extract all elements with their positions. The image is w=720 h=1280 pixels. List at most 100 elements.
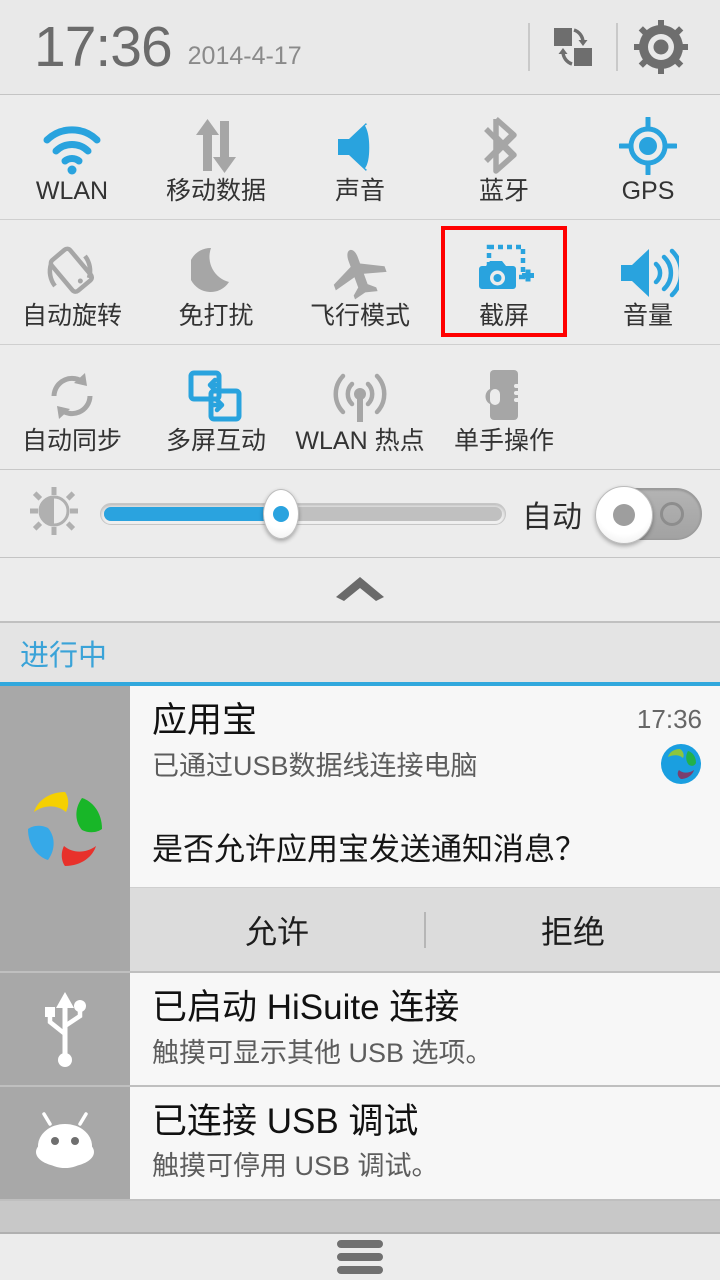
qs-tile-sound[interactable]: 声音 — [288, 95, 432, 219]
tencent-myapp-logo — [0, 686, 130, 971]
brightness-icon — [30, 487, 78, 540]
auto-brightness-toggle[interactable] — [595, 485, 702, 544]
app-badge-icon — [660, 743, 702, 790]
multi-screen-icon — [186, 361, 246, 425]
notification-main-row: 已启动 HiSuite 连接 触摸可显示其他 USB 选项。 — [130, 973, 720, 1085]
clock-time: 17:36 — [34, 14, 173, 79]
toggle-off-ring — [660, 501, 684, 526]
volume-icon — [617, 236, 679, 300]
auto-sync-icon — [43, 361, 101, 425]
usb-icon — [0, 973, 130, 1085]
notification-list: 应用宝 已通过USB数据线连接电脑 17:36 是否允许应用宝发送通知消息？ 允… — [0, 686, 720, 1232]
bluetooth-icon — [482, 111, 526, 175]
qs-label: 多屏互动 — [165, 426, 266, 455]
qs-tile-multi-screen[interactable]: 多屏互动 — [144, 345, 288, 469]
mobile-data-icon — [188, 111, 244, 175]
notification-item[interactable]: 应用宝 已通过USB数据线连接电脑 17:36 是否允许应用宝发送通知消息？ 允… — [0, 686, 720, 973]
brightness-slider[interactable] — [100, 488, 506, 539]
auto-brightness-label: 自动 — [522, 500, 582, 534]
qs-label: 免打扰 — [178, 301, 254, 330]
qs-label: 声音 — [334, 176, 385, 205]
notification-subtitle: 触摸可显示其他 USB 选项。 — [152, 1037, 493, 1068]
notification-shade: 17:36 2014-4-17 WLAN 移动数据 声音 蓝牙 GPS 自动旋转… — [0, 0, 720, 1280]
android-bugdroid-icon — [0, 1086, 130, 1199]
qs-tile-airplane-mode[interactable]: 飞行模式 — [288, 220, 432, 344]
do-not-disturb-icon — [191, 236, 241, 300]
drag-handle-icon — [337, 1240, 383, 1274]
notification-content: 已连接 USB 调试 触摸可停用 USB 调试。 — [130, 1086, 720, 1199]
qs-label: 蓝牙 — [478, 176, 529, 205]
notification-time: 17:36 — [636, 704, 702, 734]
airplane-mode-icon — [329, 236, 391, 300]
qs-label: 飞行模式 — [309, 301, 410, 330]
qs-tile-do-not-disturb[interactable]: 免打扰 — [144, 220, 288, 344]
clock-date: 2014-4-17 — [187, 41, 302, 70]
slider-knob[interactable] — [262, 488, 299, 539]
notification-prompt: 是否允许应用宝发送通知消息？ — [152, 832, 586, 867]
wifi-icon — [41, 111, 103, 175]
notification-action-bar: 允许 拒绝 — [130, 887, 720, 971]
notification-title: 已启动 HiSuite 连接 — [152, 988, 460, 1027]
qs-tile-auto-sync[interactable]: 自动同步 — [0, 345, 144, 469]
shade-drag-handle[interactable] — [0, 1232, 720, 1280]
notification-list-filler — [0, 1200, 720, 1232]
quick-settings-panel: WLAN 移动数据 声音 蓝牙 GPS 自动旋转 免打扰 飞行模式 截屏 音量 … — [0, 95, 720, 470]
qs-tile-hotspot[interactable]: WLAN 热点 — [288, 345, 432, 469]
notification-text-block: 已启动 HiSuite 连接 触摸可显示其他 USB 选项。 — [152, 987, 702, 1071]
notification-item[interactable]: 已连接 USB 调试 触摸可停用 USB 调试。 — [0, 1086, 720, 1201]
qs-label: 音量 — [622, 301, 673, 330]
allow-button[interactable]: 允许 — [130, 907, 424, 953]
toggle-knob — [595, 485, 653, 544]
qs-tile-auto-rotate[interactable]: 自动旋转 — [0, 220, 144, 344]
hotspot-icon — [329, 361, 391, 425]
status-header: 17:36 2014-4-17 — [0, 0, 720, 95]
one-hand-mode-icon — [480, 361, 528, 425]
notification-content: 已启动 HiSuite 连接 触摸可显示其他 USB 选项。 — [130, 973, 720, 1085]
chevron-up-icon — [332, 571, 388, 608]
user-switch-icon[interactable] — [536, 10, 610, 84]
notification-content: 应用宝 已通过USB数据线连接电脑 17:36 是否允许应用宝发送通知消息？ 允… — [130, 686, 720, 971]
header-divider-1 — [528, 23, 530, 71]
notification-text-block: 应用宝 已通过USB数据线连接电脑 — [152, 700, 612, 784]
notification-main-row: 已连接 USB 调试 触摸可停用 USB 调试。 — [130, 1087, 720, 1199]
notification-main-row: 应用宝 已通过USB数据线连接电脑 17:36 — [130, 686, 720, 804]
collapse-panel-button[interactable] — [0, 558, 720, 623]
qs-label: GPS — [621, 176, 675, 205]
header-divider-2 — [616, 23, 618, 71]
notification-item[interactable]: 已启动 HiSuite 连接 触摸可显示其他 USB 选项。 — [0, 973, 720, 1087]
screenshot-icon — [473, 236, 535, 300]
qs-label: 自动旋转 — [21, 301, 122, 330]
notification-subtitle: 已通过USB数据线连接电脑 — [152, 750, 478, 781]
qs-label: WLAN 热点 — [295, 426, 425, 455]
qs-label: 截屏 — [478, 301, 529, 330]
notification-subtitle: 触摸可停用 USB 调试。 — [152, 1151, 439, 1182]
qs-tile-volume[interactable]: 音量 — [576, 220, 720, 344]
notification-text-block: 已连接 USB 调试 触摸可停用 USB 调试。 — [152, 1101, 702, 1185]
notification-title: 应用宝 — [152, 701, 258, 740]
qs-tile-one-hand-mode[interactable]: 单手操作 — [432, 345, 576, 469]
sound-icon — [332, 111, 388, 175]
auto-rotate-icon — [41, 236, 103, 300]
qs-tile-wlan[interactable]: WLAN — [0, 95, 144, 219]
deny-button[interactable]: 拒绝 — [426, 907, 720, 953]
quick-settings-row-3: 自动同步 多屏互动 WLAN 热点 单手操作 — [0, 345, 720, 470]
qs-label: WLAN — [35, 176, 109, 205]
slider-fill — [104, 506, 279, 521]
gps-icon — [619, 111, 677, 175]
ongoing-section-header: 进行中 — [0, 623, 720, 686]
quick-settings-row-1: WLAN 移动数据 声音 蓝牙 GPS — [0, 95, 720, 220]
notification-title: 已连接 USB 调试 — [152, 1101, 419, 1141]
ongoing-title: 进行中 — [20, 639, 108, 672]
qs-tile-screenshot[interactable]: 截屏 — [432, 220, 576, 344]
qs-tile-bluetooth[interactable]: 蓝牙 — [432, 95, 576, 219]
gear-icon[interactable] — [624, 10, 698, 84]
qs-tile-mobile-data[interactable]: 移动数据 — [144, 95, 288, 219]
qs-label: 单手操作 — [453, 426, 554, 455]
qs-tile-gps[interactable]: GPS — [576, 95, 720, 219]
notification-meta: 17:36 — [612, 700, 702, 790]
brightness-row: 自动 — [0, 470, 720, 558]
quick-settings-row-2: 自动旋转 免打扰 飞行模式 截屏 音量 — [0, 220, 720, 345]
qs-label: 自动同步 — [21, 426, 122, 455]
qs-tile-empty — [576, 345, 720, 469]
qs-label: 移动数据 — [165, 176, 266, 205]
